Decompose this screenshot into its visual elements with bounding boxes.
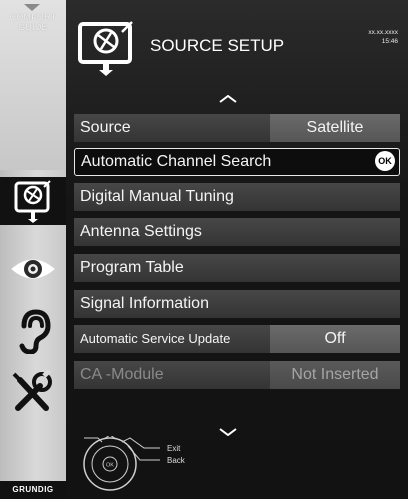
comfort-guide-arrow-icon[interactable]: [24, 4, 40, 11]
menu-item-label: Digital Manual Tuning: [80, 188, 234, 205]
menu-item-program-table[interactable]: Program Table: [74, 254, 400, 282]
date-text: xx.xx.xxxx: [368, 29, 398, 36]
ok-icon: OK: [375, 151, 395, 171]
scroll-down-chevron-icon[interactable]: [219, 428, 237, 436]
menu-item-label: Antenna Settings: [80, 223, 202, 240]
sound-ear-icon: [19, 309, 51, 355]
back-label: Back: [167, 456, 185, 465]
remote-ok-label: OK: [106, 463, 114, 469]
time-text: 15:46: [381, 38, 398, 45]
menu-item-antenna-settings[interactable]: Antenna Settings: [74, 218, 400, 246]
menu-item-label: CA -Module: [80, 366, 164, 383]
exit-label: Exit: [167, 444, 181, 453]
menu-item-automatic-channel-search[interactable]: Automatic Channel Search OK: [74, 148, 400, 176]
rail-item-sound[interactable]: [10, 308, 56, 355]
scroll-up-chevron-icon[interactable]: [219, 95, 237, 103]
source-setup-header-icon: [78, 21, 133, 76]
settings-tools-icon: [12, 368, 52, 411]
picture-eye-icon: [11, 259, 55, 279]
rail-item-source-setup[interactable]: [0, 177, 66, 225]
menu-item-automatic-service-update[interactable]: Automatic Service Update Off: [74, 325, 400, 353]
comfort-guide-label[interactable]: COMFORT GUIDE: [4, 12, 62, 32]
remote-control-hint-icon: OK: [83, 436, 160, 491]
menu-item-label: Signal Information: [80, 295, 209, 312]
menu-item-digital-manual-tuning[interactable]: Digital Manual Tuning: [74, 183, 400, 211]
service-update-value[interactable]: Off: [270, 325, 400, 353]
rail-item-picture[interactable]: [10, 249, 56, 289]
menu-item-signal-information[interactable]: Signal Information: [74, 290, 400, 318]
ca-module-value: Not Inserted: [270, 361, 400, 389]
comfort-label-line1: COMFORT: [9, 12, 57, 22]
source-setup-icon: [14, 180, 51, 223]
source-value[interactable]: Satellite: [270, 114, 400, 142]
date-time: xx.xx.xxxx 15:46: [368, 28, 398, 46]
brand-logo: GRUNDIG: [0, 481, 66, 499]
menu-item-label: Source: [80, 119, 131, 136]
page-title: SOURCE SETUP: [150, 36, 285, 55]
menu-item-label: Automatic Service Update: [80, 331, 231, 346]
rail-item-settings[interactable]: [10, 368, 56, 411]
menu-item-label: Automatic Channel Search: [81, 153, 272, 170]
comfort-label-line2: GUIDE: [18, 22, 48, 32]
menu-item-source[interactable]: Source Satellite: [74, 114, 400, 142]
comfort-guide-rail: COMFORT GUIDE GRUNDIG: [0, 0, 66, 499]
menu-item-label: Program Table: [80, 259, 184, 276]
menu-item-ca-module: CA -Module Not Inserted: [74, 361, 400, 389]
